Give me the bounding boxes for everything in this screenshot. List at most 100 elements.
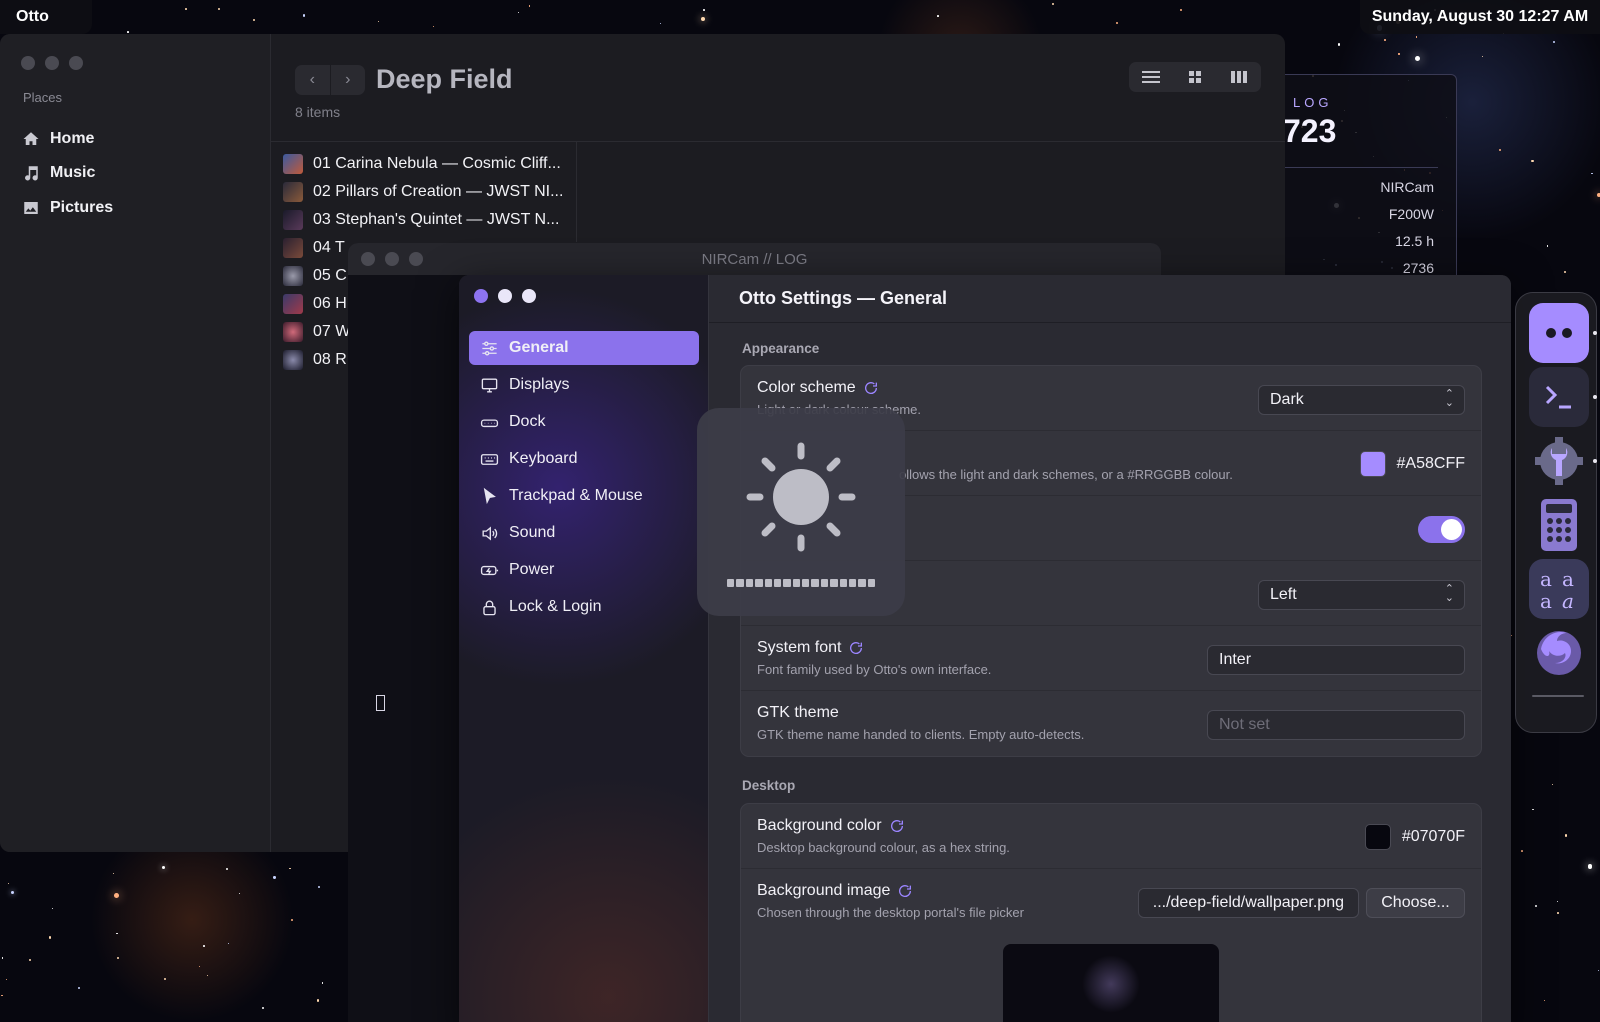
brightness-segment bbox=[755, 579, 763, 587]
terminal-icon[interactable] bbox=[1529, 367, 1589, 427]
forward-button[interactable]: › bbox=[331, 65, 366, 95]
nav-power[interactable]: Power bbox=[469, 553, 699, 587]
list-view-button[interactable] bbox=[1129, 62, 1173, 92]
star bbox=[1557, 912, 1560, 914]
chevron-up-down-icon: ⌃ ⌄ bbox=[1444, 388, 1454, 409]
list-view-icon bbox=[1142, 71, 1160, 83]
gtk-theme-input[interactable]: Not set bbox=[1207, 710, 1465, 740]
background-image-desc: Chosen through the desktop portal's file… bbox=[757, 905, 1024, 920]
minimize-button[interactable] bbox=[385, 252, 399, 266]
star bbox=[225, 867, 228, 870]
background-image-path[interactable]: .../deep-field/wallpaper.png bbox=[1137, 888, 1359, 918]
star bbox=[377, 20, 380, 23]
color-scheme-select[interactable]: Dark ⌃ ⌄ bbox=[1258, 385, 1465, 415]
star bbox=[318, 886, 321, 889]
row-title: System font bbox=[757, 639, 864, 657]
minimize-button[interactable] bbox=[498, 289, 512, 303]
otto-face-icon[interactable] bbox=[1529, 303, 1589, 363]
star bbox=[321, 982, 324, 984]
star bbox=[1521, 850, 1523, 852]
brightness-level-bar bbox=[727, 579, 875, 587]
star bbox=[1551, 784, 1553, 786]
settings-gear-wrench-icon[interactable] bbox=[1529, 431, 1589, 491]
log-stat: NIRCam bbox=[1380, 179, 1434, 195]
star bbox=[937, 14, 939, 17]
system-font-input[interactable]: Inter bbox=[1207, 645, 1465, 675]
file-thumbnail bbox=[283, 322, 303, 342]
sliders-icon bbox=[482, 340, 497, 356]
file-name: 02 Pillars of Creation — JWST NI... bbox=[313, 183, 564, 200]
reset-icon[interactable] bbox=[848, 640, 864, 656]
clock-datetime: Sunday, August 30 12:27 AM bbox=[1371, 8, 1589, 25]
window-controls bbox=[361, 252, 423, 266]
place-pictures[interactable]: Pictures bbox=[22, 199, 113, 217]
svg-text:a: a bbox=[1540, 567, 1552, 591]
star bbox=[10, 890, 14, 894]
nav-general[interactable]: General bbox=[469, 331, 699, 365]
minimize-button[interactable] bbox=[45, 56, 59, 70]
brightness-segment bbox=[773, 579, 782, 587]
clock[interactable]: Sunday, August 30 12:27 AM bbox=[1360, 0, 1600, 34]
nav-lock-login[interactable]: Lock & Login bbox=[469, 590, 699, 624]
star bbox=[1414, 55, 1421, 61]
row-title: Color scheme bbox=[757, 379, 879, 397]
accent-color-desc: ollows the light and dark schemes, or a … bbox=[899, 467, 1233, 482]
running-indicator bbox=[1593, 395, 1597, 399]
place-home[interactable]: Home bbox=[22, 130, 94, 148]
star bbox=[702, 8, 705, 11]
file-row[interactable]: 03 Stephan's Quintet — JWST N... bbox=[283, 206, 577, 234]
place-music[interactable]: Music bbox=[22, 164, 95, 182]
otto-face-glyph bbox=[1546, 328, 1572, 338]
star bbox=[432, 26, 434, 28]
battery-icon bbox=[480, 565, 499, 575]
accent-color-picker[interactable]: #A58CFF bbox=[1359, 451, 1465, 477]
app-menu[interactable]: Otto bbox=[0, 0, 92, 34]
nav-dock[interactable]: Dock bbox=[469, 405, 699, 439]
star bbox=[1544, 1000, 1546, 1002]
nav-keyboard[interactable]: Keyboard bbox=[469, 442, 699, 476]
toggle-switch[interactable] bbox=[1418, 516, 1465, 543]
nav-displays[interactable]: Displays bbox=[469, 368, 699, 402]
brightness-segment bbox=[764, 579, 772, 587]
file-row[interactable]: 02 Pillars of Creation — JWST NI... bbox=[283, 178, 577, 206]
background-color-desc: Desktop background colour, as a hex stri… bbox=[757, 840, 1010, 855]
accent-color-swatch[interactable] bbox=[1359, 451, 1386, 477]
choose-button[interactable]: Choose... bbox=[1366, 888, 1465, 918]
maximize-button[interactable] bbox=[522, 289, 536, 303]
brightness-osd bbox=[697, 408, 905, 616]
reset-icon[interactable] bbox=[889, 818, 905, 834]
close-button[interactable] bbox=[474, 289, 488, 303]
system-font-row: System font Font family used by Otto's o… bbox=[741, 626, 1481, 691]
file-name: 06 H bbox=[313, 295, 347, 312]
music-note-icon bbox=[25, 166, 38, 181]
maximize-button[interactable] bbox=[69, 56, 83, 70]
brightness-icon bbox=[746, 442, 856, 552]
firefox-icon[interactable] bbox=[1529, 621, 1589, 681]
reset-icon[interactable] bbox=[897, 883, 913, 899]
calculator-icon[interactable] bbox=[1529, 495, 1589, 555]
grid-view-button[interactable] bbox=[1173, 62, 1217, 92]
reset-icon[interactable] bbox=[863, 380, 879, 396]
maximize-button[interactable] bbox=[409, 252, 423, 266]
font-viewer-icon[interactable]: aaaa bbox=[1529, 559, 1589, 619]
file-name: 04 T bbox=[313, 239, 345, 256]
close-button[interactable] bbox=[361, 252, 375, 266]
close-button[interactable] bbox=[21, 56, 35, 70]
nav-sound[interactable]: Sound bbox=[469, 516, 699, 550]
brightness-segment bbox=[792, 579, 800, 587]
nav-trackpad-mouse[interactable]: Trackpad & Mouse bbox=[469, 479, 699, 513]
back-button[interactable]: ‹ bbox=[295, 65, 331, 95]
file-row[interactable]: 01 Carina Nebula — Cosmic Cliff... bbox=[283, 150, 577, 178]
nircam-titlebar: NIRCam // LOG bbox=[348, 243, 1161, 275]
background-image-row: Background image Chosen through the desk… bbox=[741, 869, 1481, 934]
alignment-select[interactable]: Left ⌃ ⌄ bbox=[1258, 580, 1465, 610]
file-manager-sidebar: Places Home Music Pictures bbox=[0, 34, 271, 852]
star bbox=[127, 31, 129, 33]
file-thumbnail bbox=[283, 210, 303, 230]
input-placeholder: Not set bbox=[1219, 716, 1270, 733]
wallpaper-preview bbox=[1003, 944, 1219, 1022]
background-color-swatch[interactable] bbox=[1364, 824, 1391, 850]
star bbox=[1591, 172, 1593, 174]
column-view-button[interactable] bbox=[1217, 62, 1261, 92]
background-color-picker[interactable]: #07070F bbox=[1364, 824, 1465, 850]
